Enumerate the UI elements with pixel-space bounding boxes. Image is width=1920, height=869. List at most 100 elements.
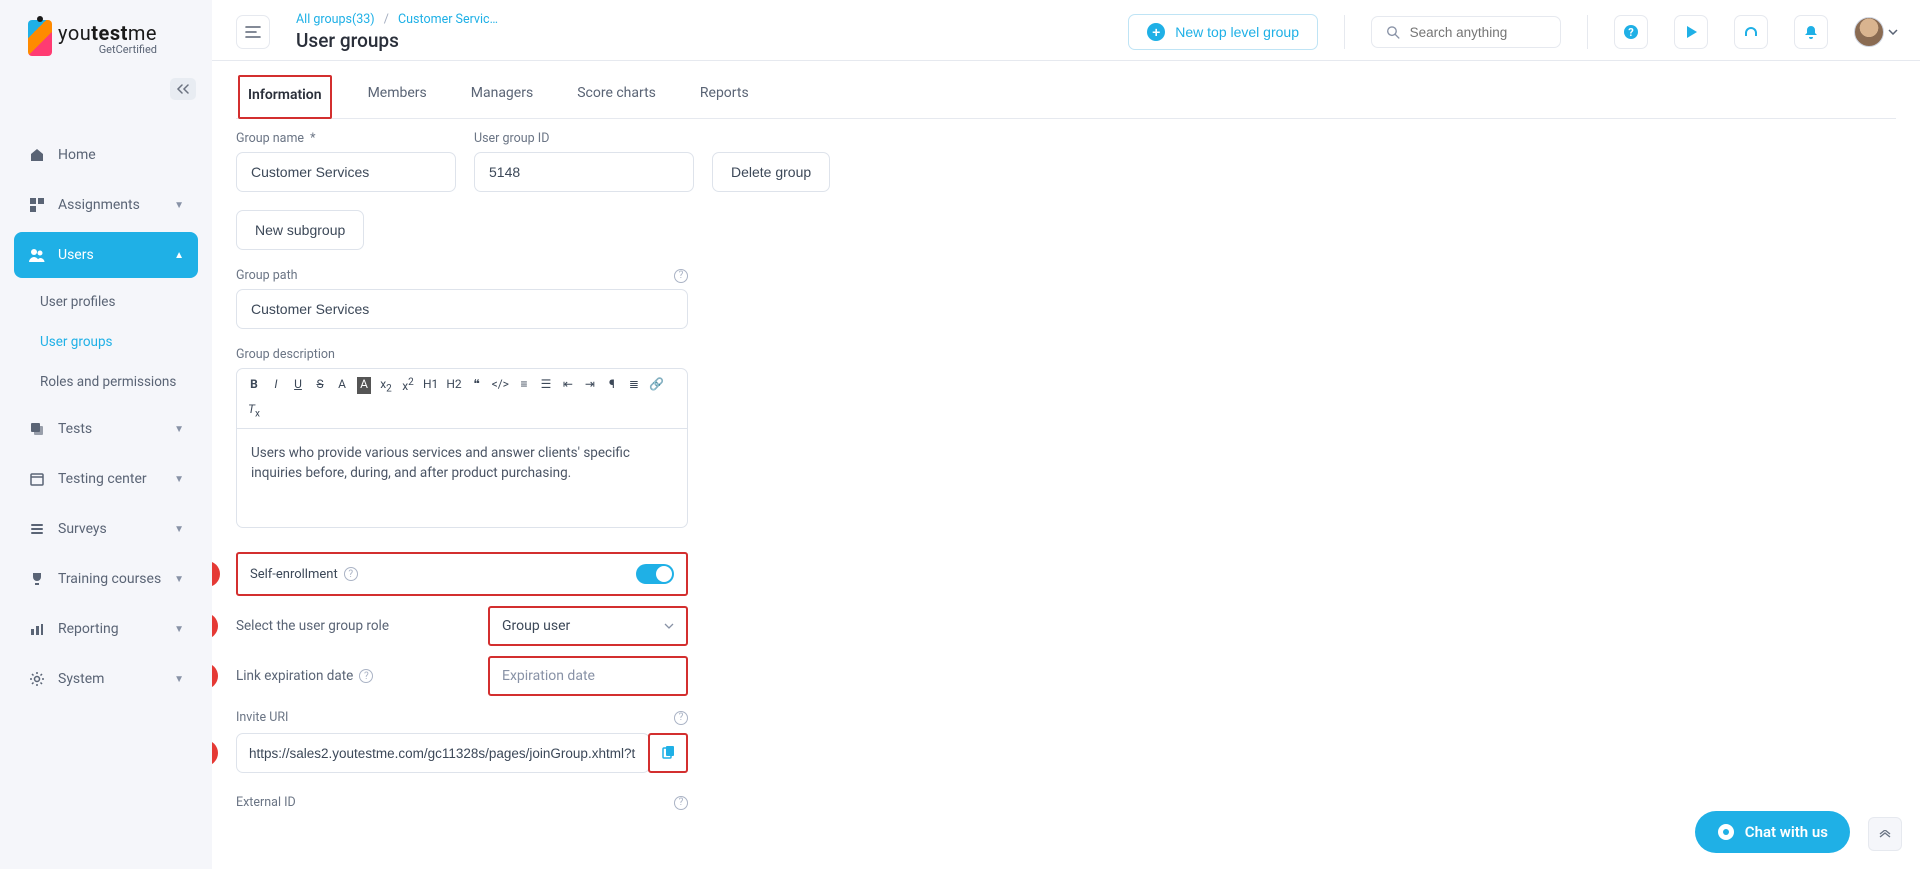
sidebar-sub-user-profiles[interactable]: User profiles (26, 282, 198, 322)
external-id-label: External ID (236, 795, 296, 810)
h1-icon[interactable]: H1 (423, 377, 438, 394)
chevron-double-left-icon (176, 84, 190, 94)
tab-members[interactable]: Members (360, 75, 435, 118)
ol-icon[interactable]: ≡ (517, 377, 531, 394)
superscript-icon[interactable]: x2 (401, 377, 415, 394)
bars-icon (245, 26, 261, 38)
search-input[interactable] (1410, 25, 1546, 40)
sidebar-item-label: Testing center (58, 471, 174, 487)
role-select[interactable]: Group user (488, 606, 688, 646)
search-input-wrap[interactable] (1371, 16, 1561, 48)
group-name-input[interactable] (236, 152, 456, 192)
font-color-icon[interactable]: A (335, 377, 349, 394)
help-icon[interactable]: ? (359, 669, 373, 683)
indent-icon[interactable]: ⇥ (583, 377, 597, 394)
sidebar-sub-user-groups[interactable]: User groups (26, 322, 198, 362)
user-menu[interactable] (1854, 17, 1898, 47)
help-icon[interactable]: ? (674, 269, 688, 283)
tab-score-charts[interactable]: Score charts (569, 75, 664, 118)
group-desc-textarea[interactable]: Users who provide various services and a… (237, 429, 687, 528)
outdent-icon[interactable]: ⇤ (561, 377, 575, 394)
headset-button[interactable] (1734, 15, 1768, 49)
tab-information[interactable]: Information (238, 75, 332, 119)
ul-icon[interactable]: ☰ (539, 377, 553, 394)
copy-uri-button[interactable] (648, 733, 688, 773)
crumb-current-group[interactable]: Customer Servic… (398, 12, 498, 27)
plus-icon: + (1147, 23, 1165, 41)
group-desc-label: Group description (236, 347, 688, 362)
sidebar-item-assignments[interactable]: Assignments ▼ (14, 182, 198, 228)
avatar (1854, 17, 1884, 47)
search-icon (1386, 24, 1400, 40)
underline-icon[interactable]: U (291, 377, 305, 394)
invite-uri-input[interactable] (236, 733, 650, 773)
help-icon[interactable]: ? (674, 711, 688, 725)
role-value: Group user (502, 618, 570, 634)
paragraph-icon[interactable]: ¶ (605, 377, 619, 394)
tabs: Information Members Managers Score chart… (236, 61, 1896, 119)
chat-label: Chat with us (1745, 823, 1828, 841)
play-button[interactable] (1674, 15, 1708, 49)
group-path-input (236, 289, 688, 329)
sidebar-item-label: System (58, 671, 174, 687)
strike-icon[interactable]: S (313, 377, 327, 394)
sidebar-collapse-button[interactable] (170, 78, 196, 100)
delete-group-button[interactable]: Delete group (712, 152, 830, 192)
sidebar-item-tests[interactable]: Tests ▼ (14, 406, 198, 452)
main-area: All groups(33) / Customer Servic… User g… (212, 0, 1920, 869)
crumb-all-groups[interactable]: All groups(33) (296, 12, 375, 27)
link-icon[interactable]: 🔗 (649, 377, 664, 394)
quote-icon[interactable]: ❝ (470, 377, 484, 394)
clear-format-icon[interactable]: Tx (247, 402, 261, 419)
sidebar-sub-roles-permissions[interactable]: Roles and permissions (26, 362, 198, 402)
grid-icon (28, 196, 46, 214)
separator (1344, 15, 1345, 49)
code-icon[interactable]: </> (492, 377, 509, 394)
home-icon (28, 146, 46, 164)
sidebar-item-surveys[interactable]: Surveys ▼ (14, 506, 198, 552)
sidebar-item-label: Home (58, 147, 184, 163)
chevron-down-icon: ▼ (174, 200, 184, 211)
new-top-level-group-button[interactable]: + New top level group (1128, 14, 1318, 50)
copy-icon (28, 420, 46, 438)
chevron-down-icon: ▼ (174, 674, 184, 685)
align-icon[interactable]: ≣ (627, 377, 641, 394)
tab-managers[interactable]: Managers (463, 75, 541, 118)
sidebar-item-label: Tests (58, 421, 174, 437)
crumb-separator: / (384, 12, 389, 27)
chat-widget[interactable]: Chat with us (1695, 811, 1850, 853)
group-id-label: User group ID (474, 131, 694, 146)
chevron-down-icon: ▼ (174, 524, 184, 535)
calendar-icon (28, 470, 46, 488)
h2-icon[interactable]: H2 (446, 377, 461, 394)
subscript-icon[interactable]: x2 (379, 377, 393, 394)
highlight-icon[interactable]: A (357, 377, 371, 394)
help-button[interactable]: ? (1614, 15, 1648, 49)
self-enrollment-toggle[interactable] (636, 564, 674, 584)
question-icon: ? (1623, 24, 1639, 40)
sidebar-item-home[interactable]: Home (14, 132, 198, 178)
italic-icon[interactable]: I (269, 377, 283, 394)
bell-icon (1803, 24, 1819, 40)
sidebar-item-system[interactable]: System ▼ (14, 656, 198, 702)
step-badge-5: 5 (212, 663, 218, 689)
notifications-button[interactable] (1794, 15, 1828, 49)
sidebar-item-training-courses[interactable]: Training courses ▼ (14, 556, 198, 602)
sidebar-item-label: Assignments (58, 197, 174, 213)
expiration-date-input[interactable]: Expiration date (488, 656, 688, 696)
tab-reports[interactable]: Reports (692, 75, 757, 118)
scroll-to-top-button[interactable] (1868, 817, 1902, 851)
help-icon[interactable]: ? (674, 796, 688, 810)
sidebar-item-reporting[interactable]: Reporting ▼ (14, 606, 198, 652)
menu-toggle-button[interactable] (236, 15, 270, 49)
sidebar-item-label: Users (58, 247, 174, 263)
sidebar-item-users[interactable]: Users ▲ (14, 232, 198, 278)
group-name-label: Group name (236, 131, 456, 146)
users-submenu: User profiles User groups Roles and perm… (14, 282, 198, 402)
sidebar-item-testing-center[interactable]: Testing center ▼ (14, 456, 198, 502)
bold-icon[interactable]: B (247, 377, 261, 394)
new-subgroup-button[interactable]: New subgroup (236, 210, 364, 250)
help-icon[interactable]: ? (344, 567, 358, 581)
sidebar-nav: Home Assignments ▼ Users ▲ User profiles… (0, 132, 212, 702)
breadcrumb: All groups(33) / Customer Servic… User g… (296, 12, 498, 52)
